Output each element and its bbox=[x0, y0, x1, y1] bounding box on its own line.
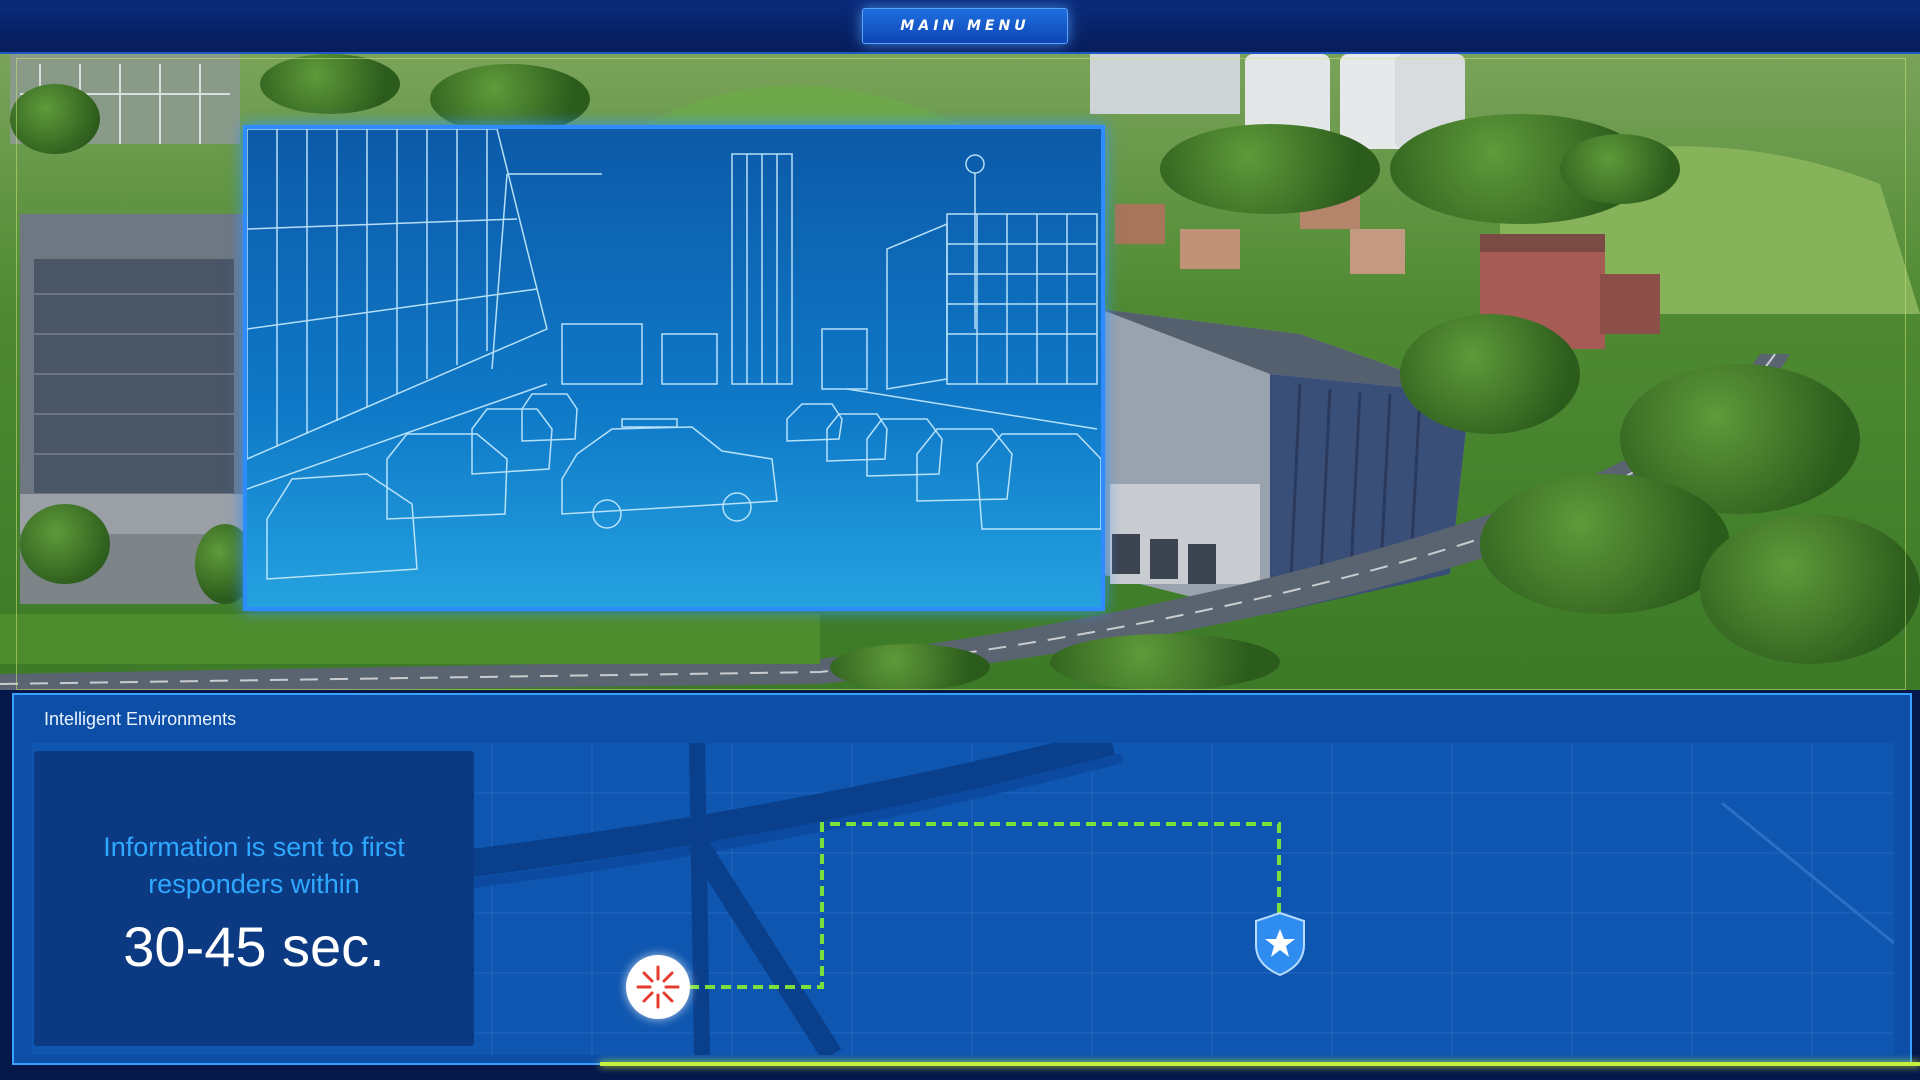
main-menu-button[interactable]: MAIN MENU bbox=[862, 8, 1068, 44]
bottom-accent-line bbox=[600, 1062, 1920, 1066]
incident-burst-icon[interactable] bbox=[626, 955, 690, 1019]
blueprint-street-panel bbox=[243, 125, 1105, 611]
police-shield-icon[interactable] bbox=[1252, 911, 1308, 977]
info-panel: Intelligent Environments Information is … bbox=[12, 693, 1912, 1065]
blueprint-illustration bbox=[247, 129, 1101, 580]
panel-title: Intelligent Environments bbox=[44, 709, 237, 729]
response-time-card: Information is sent to first responders … bbox=[34, 751, 474, 1046]
response-message: Information is sent to first responders … bbox=[103, 832, 405, 899]
top-bar: MAIN MENU bbox=[0, 0, 1920, 54]
response-time-value: 30-45 sec. bbox=[123, 915, 385, 978]
